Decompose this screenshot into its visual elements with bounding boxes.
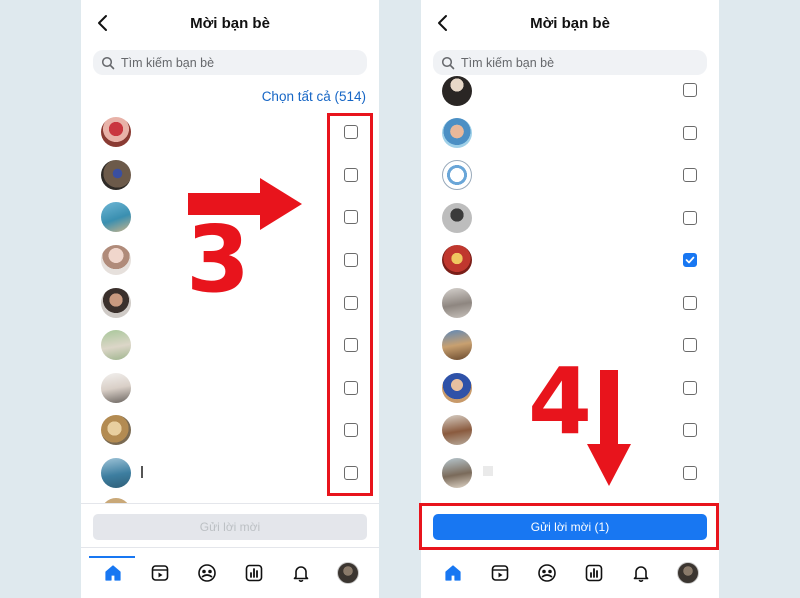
back-button[interactable] — [91, 12, 113, 34]
page-title: Mời bạn bè — [190, 14, 270, 32]
friend-checkbox-checked[interactable] — [683, 253, 697, 267]
friend-checkbox[interactable] — [683, 466, 697, 480]
step-number-3: 3 — [186, 206, 251, 313]
step-number-4: 4 — [528, 348, 593, 455]
avatar-e — [442, 245, 472, 275]
bottom-tab-bar — [81, 547, 379, 598]
video-icon — [491, 565, 508, 581]
avatar-1 — [101, 117, 131, 147]
tab-video[interactable] — [484, 557, 516, 589]
avatar-i — [442, 415, 472, 445]
avatar-8 — [101, 415, 131, 445]
home-icon — [104, 565, 121, 581]
tab-groups[interactable] — [531, 557, 563, 589]
chevron-left-icon — [98, 15, 107, 31]
friend-checkbox[interactable] — [683, 423, 697, 437]
avatar-f — [442, 288, 472, 318]
avatar-c — [442, 160, 472, 190]
search-input[interactable]: Tìm kiếm bạn bè — [93, 50, 367, 75]
search-placeholder: Tìm kiếm bạn bè — [461, 55, 555, 70]
groups-icon — [537, 564, 556, 582]
search-placeholder: Tìm kiếm bạn bè — [121, 55, 215, 70]
video-icon — [151, 565, 168, 581]
bell-icon — [293, 566, 308, 582]
tab-notifications[interactable] — [285, 557, 317, 589]
avatar-5 — [101, 288, 131, 318]
page-title: Mời bạn bè — [530, 14, 610, 32]
profile-avatar — [676, 562, 699, 584]
avatar-9 — [101, 458, 131, 488]
send-bar: Gửi lời mời — [81, 503, 379, 547]
friend-checkbox[interactable] — [683, 296, 697, 310]
bottom-tab-bar — [421, 547, 719, 598]
avatar-b — [442, 118, 472, 148]
friend-checkbox[interactable] — [683, 83, 697, 97]
tab-home[interactable] — [88, 556, 135, 589]
avatar-d — [442, 203, 472, 233]
home-icon — [444, 565, 461, 581]
dashboard-icon — [245, 564, 262, 582]
active-tab-indicator — [88, 556, 135, 558]
search-input[interactable]: Tìm kiếm bạn bè — [433, 50, 707, 75]
send-button-highlight — [419, 503, 719, 550]
avatar-a — [442, 76, 472, 106]
avatar-j — [442, 458, 472, 488]
tab-dashboard[interactable] — [578, 557, 610, 589]
profile-avatar — [336, 562, 359, 584]
header: Mời bạn bè — [421, 0, 719, 46]
tab-notifications[interactable] — [625, 557, 657, 589]
friend-checkbox[interactable] — [683, 381, 697, 395]
friend-checkbox[interactable] — [683, 211, 697, 225]
select-all-link[interactable]: Chọn tất cả (514) — [262, 89, 366, 104]
friend-checkbox[interactable] — [683, 338, 697, 352]
dashboard-icon — [585, 564, 602, 582]
send-invite-button[interactable]: Gửi lời mời — [93, 514, 367, 540]
name-placeholder — [483, 466, 493, 476]
tab-dashboard[interactable] — [238, 557, 270, 589]
down-arrow-icon — [587, 370, 631, 486]
tab-home[interactable] — [437, 557, 469, 589]
tab-profile[interactable] — [672, 557, 704, 589]
avatar-g — [442, 330, 472, 360]
groups-icon — [197, 564, 216, 582]
tab-video[interactable] — [144, 557, 176, 589]
avatar-h — [442, 373, 472, 403]
friend-checkbox[interactable] — [683, 168, 697, 182]
header: Mời bạn bè — [81, 0, 379, 46]
avatar-3 — [101, 202, 131, 232]
tab-groups[interactable] — [191, 557, 223, 589]
avatar-6 — [101, 330, 131, 360]
avatar-4 — [101, 245, 131, 275]
checkbox-column-highlight — [327, 113, 373, 496]
search-icon — [101, 56, 115, 70]
back-button[interactable] — [431, 12, 453, 34]
chevron-left-icon — [438, 15, 447, 31]
checkmark-icon — [685, 256, 695, 264]
search-icon — [441, 56, 455, 70]
tab-profile[interactable] — [332, 557, 364, 589]
avatar-7 — [101, 373, 131, 403]
friend-checkbox[interactable] — [683, 126, 697, 140]
name-placeholder — [141, 466, 143, 478]
avatar-2 — [101, 160, 131, 190]
bell-icon — [633, 566, 648, 582]
